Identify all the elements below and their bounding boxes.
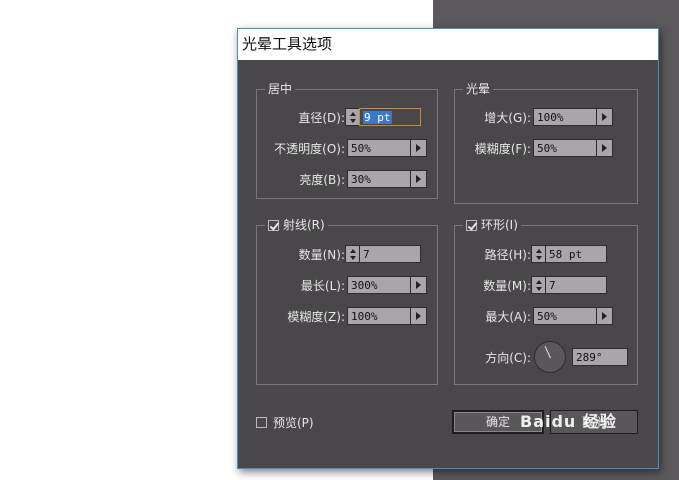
rings-number-row: 数量(M): 7 — [455, 275, 607, 295]
longest-row: 最长(L): 300% — [257, 275, 427, 295]
direction-dial[interactable] — [534, 341, 566, 373]
spin-down-icon[interactable] — [349, 255, 356, 260]
triangle-right-icon — [416, 281, 421, 289]
direction-label: 方向(C): — [485, 350, 531, 365]
spin-down-icon[interactable] — [535, 286, 542, 291]
diameter-row: 直径(D): 9 pt — [257, 107, 421, 127]
spin-up-icon[interactable] — [349, 248, 356, 253]
brightness-label: 亮度(B): — [299, 172, 345, 187]
spin-down-icon[interactable] — [349, 118, 356, 123]
triangle-right-icon — [602, 113, 607, 121]
diameter-label: 直径(D): — [298, 110, 345, 125]
longest-input[interactable]: 300% — [347, 276, 411, 294]
spin-up-icon[interactable] — [349, 111, 356, 116]
triangle-right-icon — [602, 312, 607, 320]
opacity-row: 不透明度(O): 50% — [257, 138, 427, 158]
rays-fuzziness-label: 模糊度(Z): — [287, 309, 345, 324]
rays-number-spinner[interactable] — [345, 245, 359, 263]
path-label: 路径(H): — [484, 247, 531, 262]
largest-label: 最大(A): — [485, 309, 531, 324]
growth-input[interactable]: 100% — [533, 108, 597, 126]
triangle-right-icon — [416, 312, 421, 320]
rays-checkbox[interactable] — [268, 219, 279, 231]
growth-row: 增大(G): 100% — [455, 107, 613, 127]
rings-group: 环形(I) 路径(H): 58 pt 数量(M): 7 最大(A): 50% 方… — [454, 217, 638, 385]
direction-needle-icon — [544, 346, 551, 359]
spin-up-icon[interactable] — [535, 248, 542, 253]
rings-number-label: 数量(M): — [483, 278, 531, 293]
largest-dropdown-button[interactable] — [597, 307, 613, 325]
opacity-label: 不透明度(O): — [274, 141, 345, 156]
halo-group: 光晕 增大(G): 100% 模糊度(F): 50% — [454, 81, 638, 204]
spin-down-icon[interactable] — [535, 255, 542, 260]
halo-legend-text: 光晕 — [466, 82, 491, 96]
direction-row: 方向(C): 289° — [455, 340, 628, 374]
halo-fuzziness-row: 模糊度(F): 50% — [455, 138, 613, 158]
rays-fuzziness-dropdown-button[interactable] — [411, 307, 427, 325]
triangle-right-icon — [602, 144, 607, 152]
largest-row: 最大(A): 50% — [455, 306, 613, 326]
rays-number-label: 数量(N): — [298, 247, 345, 262]
path-input[interactable]: 58 pt — [545, 245, 607, 263]
center-group: 居中 直径(D): 9 pt 不透明度(O): 50% 亮度(B): 30% — [256, 81, 438, 199]
preview-label[interactable]: 预览(P) — [273, 414, 314, 431]
preview-checkbox[interactable] — [256, 416, 267, 428]
center-legend: 居中 — [265, 81, 296, 97]
triangle-right-icon — [416, 144, 421, 152]
rays-group: 射线(R) 数量(N): 7 最长(L): 300% 模糊度(Z): 100% — [256, 217, 438, 385]
spin-up-icon[interactable] — [535, 279, 542, 284]
diameter-value: 9 pt — [363, 111, 392, 124]
brightness-row: 亮度(B): 30% — [257, 169, 427, 189]
rings-legend-text: 环形(I) — [481, 218, 518, 232]
preview-row: 预览(P) — [256, 412, 314, 432]
rings-checkbox[interactable] — [466, 219, 477, 231]
rings-legend: 环形(I) — [463, 217, 521, 233]
brightness-dropdown-button[interactable] — [411, 170, 427, 188]
longest-dropdown-button[interactable] — [411, 276, 427, 294]
halo-fuzziness-dropdown-button[interactable] — [597, 139, 613, 157]
diameter-spinner[interactable] — [345, 108, 359, 126]
rays-fuzziness-input[interactable]: 100% — [347, 307, 411, 325]
rings-number-spinner[interactable] — [531, 276, 545, 294]
flare-tool-options-dialog: 光晕工具选项 居中 直径(D): 9 pt 不透明度(O): 50% 亮度(B)… — [237, 28, 659, 469]
rays-number-row: 数量(N): 7 — [257, 244, 421, 264]
direction-input[interactable]: 289° — [572, 348, 628, 366]
growth-dropdown-button[interactable] — [597, 108, 613, 126]
rays-legend-text: 射线(R) — [283, 218, 325, 232]
diameter-input[interactable]: 9 pt — [359, 108, 421, 126]
halo-fuzziness-label: 模糊度(F): — [474, 141, 531, 156]
halo-legend: 光晕 — [463, 81, 494, 97]
opacity-dropdown-button[interactable] — [411, 139, 427, 157]
opacity-input[interactable]: 50% — [347, 139, 411, 157]
rays-legend: 射线(R) — [265, 217, 328, 233]
triangle-right-icon — [416, 175, 421, 183]
rays-fuzziness-row: 模糊度(Z): 100% — [257, 306, 427, 326]
growth-label: 增大(G): — [484, 110, 531, 125]
rings-number-input[interactable]: 7 — [545, 276, 607, 294]
longest-label: 最长(L): — [300, 278, 345, 293]
center-legend-text: 居中 — [268, 82, 293, 96]
brightness-input[interactable]: 30% — [347, 170, 411, 188]
halo-fuzziness-input[interactable]: 50% — [533, 139, 597, 157]
rays-number-input[interactable]: 7 — [359, 245, 421, 263]
largest-input[interactable]: 50% — [533, 307, 597, 325]
path-spinner[interactable] — [531, 245, 545, 263]
watermark-logo: Baidu 经验 — [520, 412, 617, 431]
dialog-title[interactable]: 光晕工具选项 — [238, 29, 658, 60]
path-row: 路径(H): 58 pt — [455, 244, 607, 264]
